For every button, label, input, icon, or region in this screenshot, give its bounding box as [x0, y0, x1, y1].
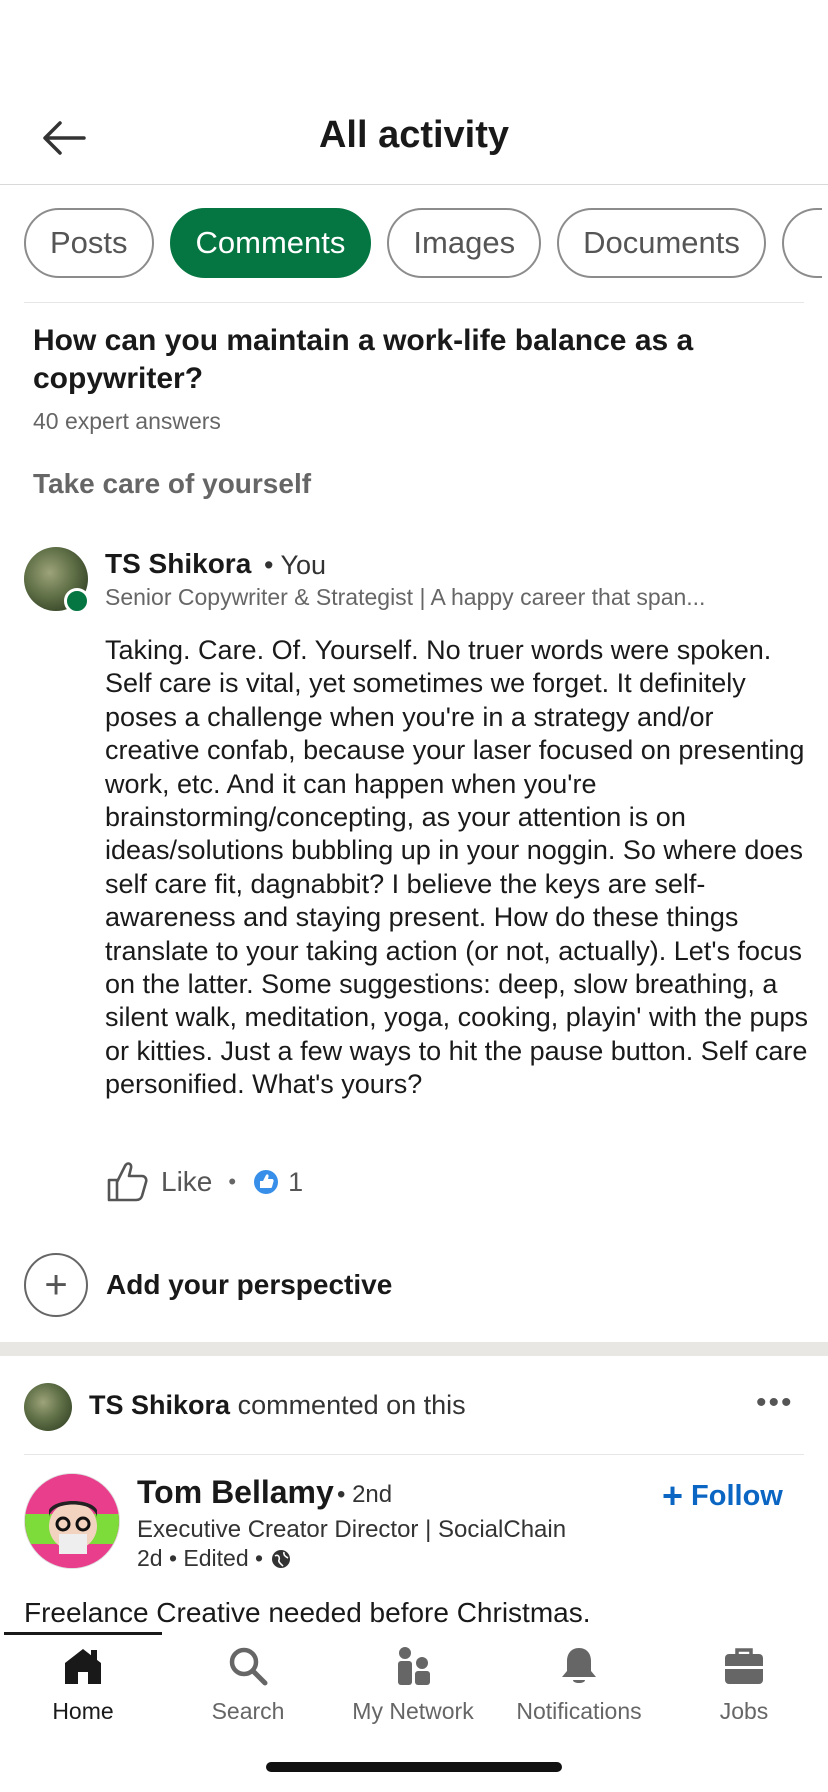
- section-title: Take care of yourself: [33, 468, 312, 499]
- search-icon: [229, 1647, 268, 1686]
- post-author-headline: Executive Creator Director | SocialChain: [137, 1516, 567, 1543]
- plus-icon: +: [662, 1475, 684, 1516]
- nav-item-my-network[interactable]: My Network: [330, 1640, 496, 1730]
- reaction-count[interactable]: 1: [288, 1167, 303, 1198]
- nav-item-search[interactable]: Search: [165, 1640, 331, 1730]
- filter-chip-posts[interactable]: Posts: [24, 208, 154, 278]
- filter-chip-documents[interactable]: Documents: [557, 208, 766, 278]
- nav-label-my-network: My Network: [352, 1698, 474, 1724]
- nav-item-jobs[interactable]: Jobs: [661, 1640, 827, 1730]
- follow-label: Follow: [691, 1479, 783, 1512]
- more-options-icon[interactable]: •••: [756, 1386, 804, 1426]
- activity-action: commented on this: [237, 1390, 466, 1420]
- online-status-dot: [64, 588, 90, 614]
- thumbs-up-icon[interactable]: [105, 1160, 149, 1204]
- page-title: All activity: [318, 114, 510, 156]
- avatar[interactable]: [24, 1473, 120, 1569]
- filter-chips: Posts Comments Images Documents: [24, 208, 822, 278]
- globe-icon: [272, 1549, 291, 1568]
- nav-label-notifications: Notifications: [516, 1698, 642, 1724]
- activity-header: TS Shikora commented on this: [89, 1390, 466, 1421]
- divider: [24, 302, 804, 303]
- avatar[interactable]: [24, 1383, 72, 1431]
- nav-label-search: Search: [211, 1698, 285, 1724]
- nav-label-jobs: Jobs: [719, 1698, 769, 1724]
- like-reaction-icon: [254, 1170, 279, 1194]
- nav-item-notifications[interactable]: Notifications: [496, 1640, 662, 1730]
- section-separator: [0, 1342, 828, 1356]
- home-indicator[interactable]: [266, 1762, 562, 1772]
- people-icon: [398, 1647, 430, 1685]
- separator-dot: •: [228, 1169, 237, 1194]
- post-meta-text: 2d • Edited •: [137, 1545, 264, 1571]
- comment-actions: Like • 1: [105, 1160, 303, 1204]
- add-perspective-label: Add your perspective: [106, 1269, 393, 1300]
- post-author-name[interactable]: Tom Bellamy: [137, 1474, 334, 1511]
- home-icon: [65, 1649, 101, 1684]
- comment-author-headline: Senior Copywriter & Strategist | A happy…: [105, 584, 706, 610]
- plus-circle-icon: +: [24, 1253, 88, 1317]
- question-title[interactable]: How can you maintain a work-life balance…: [33, 322, 753, 398]
- person-photo-icon: [25, 1474, 119, 1568]
- divider: [24, 1454, 804, 1455]
- nav-label-home: Home: [52, 1698, 114, 1724]
- briefcase-icon: [725, 1648, 763, 1684]
- follow-button[interactable]: + Follow: [662, 1478, 783, 1514]
- nav-item-home[interactable]: Home: [0, 1640, 166, 1730]
- like-button-label[interactable]: Like: [161, 1166, 212, 1198]
- activity-actor[interactable]: TS Shikora: [89, 1390, 230, 1420]
- add-perspective-button[interactable]: + Add your perspective: [24, 1253, 392, 1317]
- post-text[interactable]: Freelance Creative needed before Christm…: [24, 1597, 591, 1629]
- comment-body: Taking. Care. Of. Yourself. No truer wor…: [105, 635, 809, 1100]
- post-meta: 2d • Edited •: [137, 1545, 291, 1572]
- filter-chip-images[interactable]: Images: [387, 208, 542, 278]
- bell-icon: [562, 1648, 596, 1683]
- filter-chip-overflow[interactable]: [781, 208, 822, 278]
- filter-chip-comments[interactable]: Comments: [169, 208, 372, 278]
- answers-count: 40 expert answers: [33, 408, 221, 434]
- app-header: All activity: [0, 0, 828, 185]
- post-author-degree: • 2nd: [337, 1481, 393, 1508]
- active-tab-indicator: [4, 1632, 162, 1635]
- comment-author-relation: • You: [264, 550, 327, 580]
- comment-author-name[interactable]: TS Shikora: [105, 548, 251, 580]
